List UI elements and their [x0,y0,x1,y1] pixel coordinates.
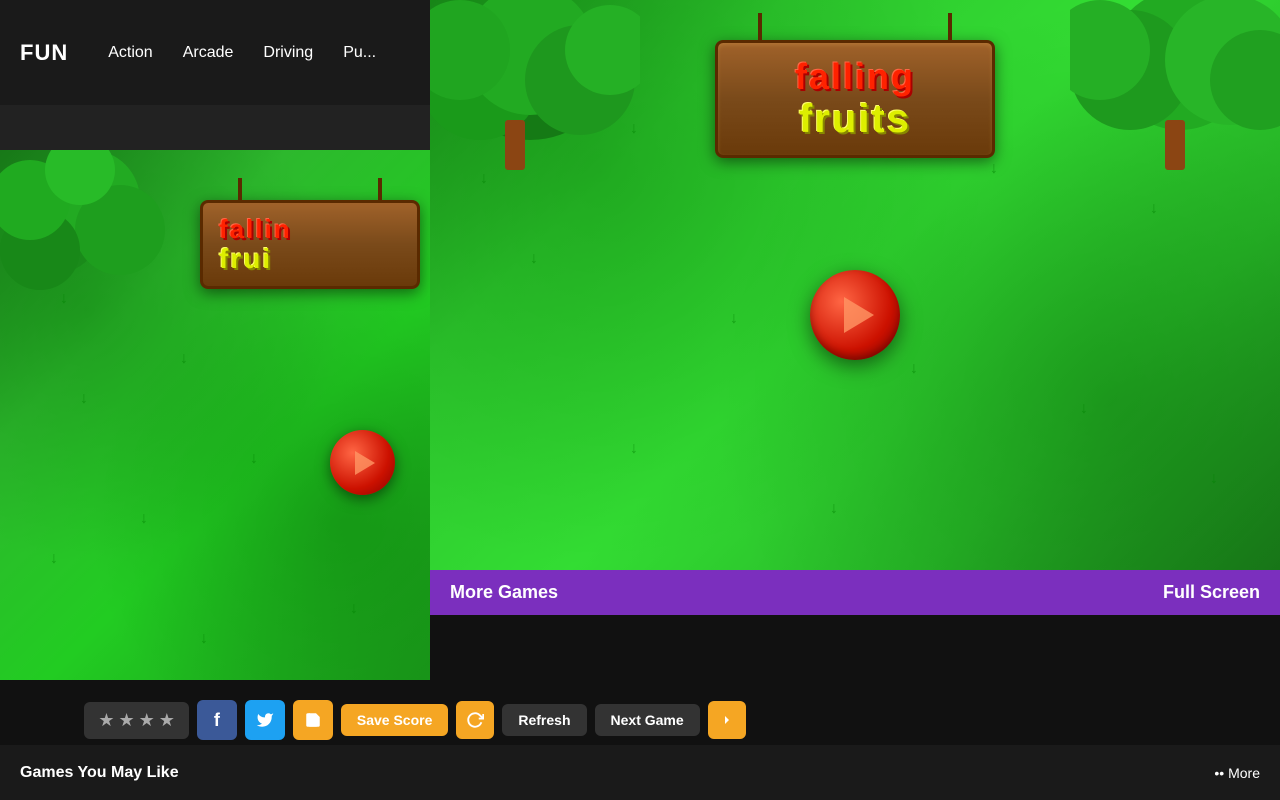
star-2: ★ [118,710,134,731]
twitter-button[interactable] [245,700,285,740]
next-arrow-button[interactable] [708,701,746,739]
nav-arcade[interactable]: Arcade [183,44,234,62]
purple-bar: More Games Full Screen [430,570,1280,615]
facebook-button[interactable]: f [197,700,237,740]
star-3: ★ [139,710,155,731]
save-score-button[interactable]: Save Score [341,704,449,736]
refresh-icon-button[interactable] [456,701,494,739]
navbar: FUN Action Arcade Driving Pu... [0,0,430,105]
more-games-link[interactable]: More Games [450,582,558,603]
play-button[interactable] [810,270,900,360]
nav-action[interactable]: Action [108,44,152,62]
nav-links: Action Arcade Driving Pu... [108,44,376,62]
play-ball-small[interactable] [330,430,395,495]
site-logo[interactable]: FUN [20,40,68,66]
fruits-sign-left: fallin frui [200,200,420,289]
secondary-bar [0,105,430,150]
fruits-sign-main: falling fruits [715,40,995,158]
more-link[interactable]: •• More [1214,765,1260,781]
nav-more[interactable]: Pu... [343,44,376,62]
refresh-button[interactable]: Refresh [502,704,586,736]
star-4: ★ [159,710,175,731]
star-rating[interactable]: ★ ★ ★ ★ [84,702,189,739]
bg-game-left: ↓ ↓ ↓ ↓ ↓ ↓ ↓ ↓ ↓ ↓ fallin frui [0,150,430,680]
nav-driving[interactable]: Driving [263,44,313,62]
star-1: ★ [98,710,114,731]
bottom-section: Games You May Like •• More [0,745,1280,800]
main-game: ↓ ↓ ↓ ↓ ↓ ↓ ↓ ↓ ↓ ↓ ↓ ↓ ↓ ↓ falling frui… [430,0,1280,570]
bottom-toolbar: ★ ★ ★ ★ f Save Score Refresh Next Game [0,695,830,745]
games-you-may-like-label: Games You May Like [20,764,179,782]
save-icon-button[interactable] [293,700,333,740]
next-game-button[interactable]: Next Game [595,704,700,736]
full-screen-button[interactable]: Full Screen [1163,582,1260,603]
